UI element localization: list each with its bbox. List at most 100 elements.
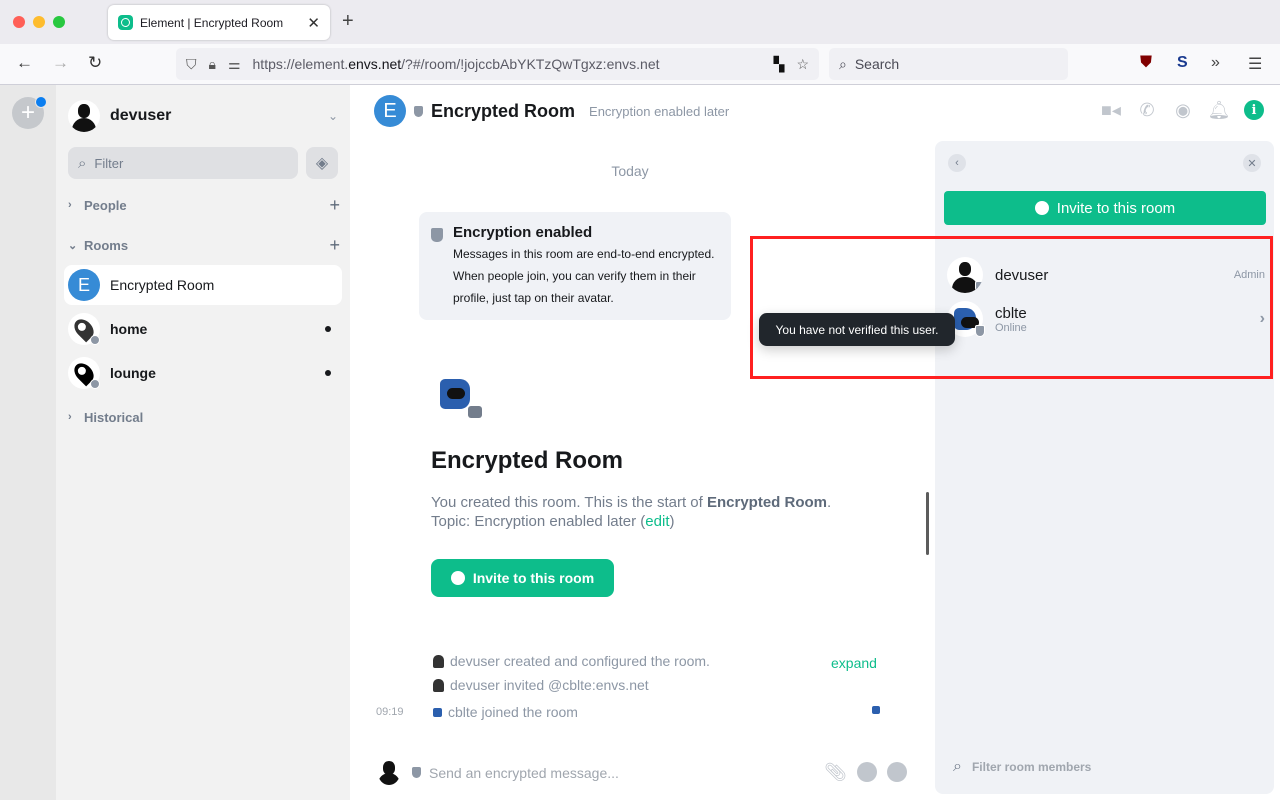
sticker-icon[interactable] bbox=[887, 762, 907, 782]
new-tab-button[interactable]: + bbox=[342, 10, 354, 33]
browser-tab[interactable]: Element | Encrypted Room ✕ bbox=[108, 5, 330, 40]
filter-members-input[interactable]: ⌕ Filter room members bbox=[953, 758, 1091, 776]
add-room-button[interactable]: + bbox=[329, 235, 340, 256]
edit-topic-link[interactable]: edit bbox=[645, 513, 669, 530]
room-avatar: E bbox=[68, 269, 100, 301]
back-icon[interactable]: ← bbox=[16, 53, 33, 73]
room-header: E Encrypted Room Encryption enabled late… bbox=[374, 95, 729, 127]
unread-dot bbox=[325, 326, 331, 332]
invite-label: Invite to this room bbox=[472, 570, 595, 586]
room-item-encrypted-room[interactable]: E Encrypted Room bbox=[64, 265, 342, 305]
user-name: devuser bbox=[110, 107, 172, 124]
timeline: Today Encryption enabled Messages in thi… bbox=[350, 141, 935, 741]
back-chevron-icon[interactable]: ‹ bbox=[948, 154, 966, 172]
unverified-shield-icon[interactable] bbox=[975, 325, 985, 337]
section-people[interactable]: › People + bbox=[68, 193, 340, 217]
room-info-icon[interactable]: i bbox=[1244, 100, 1264, 120]
room-item-home[interactable]: home bbox=[64, 309, 342, 349]
search-icon: ⌕ bbox=[953, 758, 962, 775]
reload-icon[interactable]: ↻ bbox=[88, 53, 102, 73]
new-room-intro: You created this room. This is the start… bbox=[431, 494, 832, 530]
room-avatar-upload[interactable] bbox=[440, 379, 486, 425]
explore-rooms-button[interactable]: ◈ bbox=[306, 147, 338, 179]
emoji-icon[interactable] bbox=[857, 762, 877, 782]
chevron-down-icon: ⌄ bbox=[327, 109, 338, 123]
encryption-enabled-card: Encryption enabled Messages in this room… bbox=[419, 212, 731, 320]
member-list-panel: ‹ ✕ Invite to this room devuser Admin cb… bbox=[935, 141, 1274, 794]
room-title[interactable]: Encrypted Room bbox=[431, 101, 575, 122]
close-window-button[interactable] bbox=[13, 16, 25, 28]
overflow-chevrons-icon[interactable]: » bbox=[1211, 54, 1220, 72]
url-text[interactable]: https://element.envs.net/?#/room/!jojccb… bbox=[253, 56, 774, 72]
browser-titlebar: Element | Encrypted Room ✕ + bbox=[0, 0, 1280, 44]
public-globe-icon bbox=[90, 335, 100, 345]
add-user-icon bbox=[1034, 201, 1049, 215]
room-header-avatar[interactable]: E bbox=[374, 95, 406, 127]
add-people-button[interactable]: + bbox=[329, 195, 340, 216]
close-tab-icon[interactable]: ✕ bbox=[307, 14, 320, 32]
close-panel-icon[interactable]: ✕ bbox=[1243, 154, 1261, 172]
encryption-card-title: Encryption enabled bbox=[453, 224, 593, 241]
verification-tooltip: You have not verified this user. bbox=[759, 313, 955, 346]
hamburger-menu-icon[interactable]: ☰ bbox=[1248, 54, 1262, 74]
user-menu-button[interactable]: devuser ⌄ bbox=[68, 99, 338, 133]
forward-icon[interactable]: → bbox=[52, 53, 69, 73]
bookmark-star-icon[interactable]: ☆ bbox=[796, 56, 809, 73]
timeline-scrollbar[interactable] bbox=[926, 492, 929, 555]
encryption-shield-icon bbox=[412, 767, 421, 778]
shield-icon[interactable]: ⛉ bbox=[186, 56, 197, 73]
section-label: People bbox=[84, 197, 127, 213]
url-bar[interactable]: ⛉ 🔒︎ ⚌ https://element.envs.net/?#/room/… bbox=[176, 48, 819, 80]
s-extension-icon[interactable]: S bbox=[1177, 54, 1188, 72]
chevron-down-icon: ⌄ bbox=[68, 239, 78, 252]
section-historical[interactable]: › Historical bbox=[68, 405, 340, 429]
member-avatar bbox=[947, 257, 983, 293]
member-item-cblte[interactable]: cblte Online › bbox=[947, 299, 1265, 339]
search-room-icon[interactable]: ◉ bbox=[1172, 99, 1194, 121]
room-avatar bbox=[68, 357, 100, 389]
camera-icon[interactable] bbox=[468, 406, 482, 418]
room-topic[interactable]: Encryption enabled later bbox=[589, 104, 729, 119]
room-header-actions: ■◂ ✆ ◉ 🔔︎ i bbox=[1100, 99, 1264, 121]
tab-title: Element | Encrypted Room bbox=[140, 15, 284, 30]
space-bar: + bbox=[0, 85, 56, 800]
attachment-paperclip-icon[interactable]: 📎︎ bbox=[824, 762, 847, 783]
event-item: cblte joined the room bbox=[433, 704, 578, 720]
permissions-icon[interactable]: ⚌ bbox=[228, 56, 241, 73]
search-icon: ⌕ bbox=[78, 154, 87, 172]
lock-icon[interactable]: 🔒︎ bbox=[209, 56, 216, 73]
chevron-right-icon: › bbox=[68, 411, 72, 423]
invite-to-room-button[interactable]: Invite to this room bbox=[944, 191, 1266, 225]
room-filter-input[interactable]: ⌕ Filter bbox=[68, 147, 298, 179]
browser-search-input[interactable]: ⌕ Search bbox=[829, 48, 1068, 80]
invite-to-room-button[interactable]: Invite to this room bbox=[431, 559, 614, 597]
filter-members-placeholder: Filter room members bbox=[971, 760, 1092, 774]
event-text: devuser invited @cblte:envs.net bbox=[450, 677, 649, 693]
user-mini-avatar bbox=[433, 654, 444, 668]
read-receipt-avatar[interactable] bbox=[872, 706, 880, 714]
add-user-icon bbox=[450, 571, 465, 585]
video-call-icon[interactable]: ■◂ bbox=[1100, 99, 1122, 121]
filter-placeholder: Filter bbox=[94, 155, 124, 171]
chevron-right-icon: › bbox=[68, 199, 72, 211]
expand-events-link[interactable]: expand bbox=[831, 655, 877, 671]
member-item-devuser[interactable]: devuser Admin bbox=[947, 255, 1265, 295]
qr-grid-icon[interactable]: ▚ bbox=[774, 56, 785, 73]
search-placeholder: Search bbox=[854, 56, 900, 72]
room-list-panel: devuser ⌄ ⌕ Filter ◈ › People + ⌄ Rooms … bbox=[56, 85, 350, 800]
notifications-bell-icon[interactable]: 🔔︎ bbox=[1208, 99, 1231, 121]
chevron-right-icon: › bbox=[1259, 310, 1265, 327]
minimize-window-button[interactable] bbox=[33, 16, 45, 28]
member-status: Online bbox=[995, 321, 1027, 334]
section-label: Historical bbox=[84, 409, 144, 425]
maximize-window-button[interactable] bbox=[53, 16, 65, 28]
section-label: Rooms bbox=[84, 237, 129, 253]
section-rooms[interactable]: ⌄ Rooms + bbox=[68, 233, 340, 257]
room-name: Encrypted Room bbox=[110, 277, 215, 293]
ublock-extension-icon[interactable]: ⛊ bbox=[1140, 54, 1152, 72]
date-separator: Today bbox=[611, 163, 649, 179]
voice-call-icon[interactable]: ✆ bbox=[1136, 99, 1158, 121]
message-input[interactable]: Send an encrypted message... bbox=[429, 765, 824, 781]
element-favicon-icon bbox=[118, 15, 133, 30]
room-item-lounge[interactable]: lounge bbox=[64, 353, 342, 393]
